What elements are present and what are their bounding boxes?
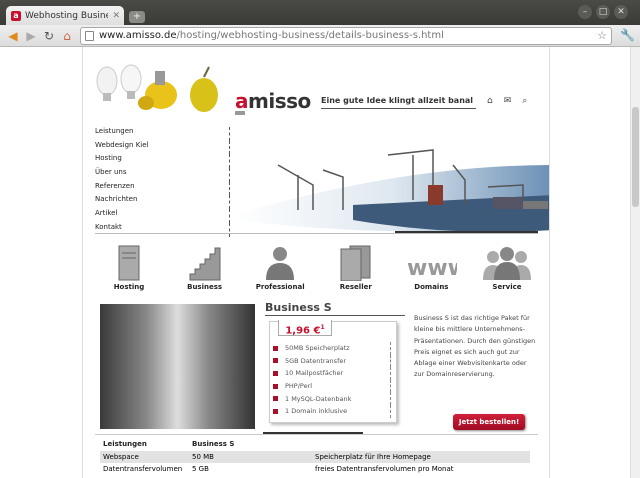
reload-icon[interactable]: ↻ [41,28,57,44]
browser-tab[interactable]: a Webhosting Business S - a ✕ [6,6,124,25]
server-room-image [100,304,255,429]
category-reseller[interactable]: Reseller [320,243,392,291]
new-tab-button[interactable]: + [129,11,145,23]
order-button[interactable]: Jetzt bestellen! [453,414,525,430]
forward-arrow-icon[interactable]: ▶ [23,28,39,44]
logo-underline [235,111,245,115]
category-bar: Hosting Business Professional Reseller w… [93,243,543,291]
tab-close-icon[interactable]: ✕ [112,11,120,21]
price-box: 1,96 €1 50MB Speicherplatz 5GB Datentran… [269,320,397,423]
multiple-servers-icon [340,245,371,281]
svg-text:www.: www. [407,256,457,281]
bookmark-star-icon[interactable]: ☆ [597,28,607,44]
category-service[interactable]: Service [471,243,543,291]
maximize-icon[interactable]: □ [596,5,610,19]
url-path: /hosting/webhosting-business/details-bus… [176,30,444,41]
address-bar[interactable]: www.amisso.de/hosting/webhosting-busines… [80,27,612,45]
home-icon[interactable]: ⌂ [487,96,493,106]
harbor-banner-image [233,149,549,233]
vertical-scrollbar[interactable] [630,47,640,478]
category-hosting[interactable]: Hosting [93,243,165,291]
table-row: Webspace 50 MB Speicherplatz für Ihre Home… [100,450,530,463]
feature-item: 5GB Datentransfer [273,354,391,368]
section-divider [95,231,538,234]
feature-item: 1 Domain inklusive [273,404,391,418]
www-icon: www. [407,256,457,281]
feature-item: PHP/Perl [273,379,391,393]
home-icon[interactable]: ⌂ [59,28,75,44]
table-row: Datentransfervolumen 5 GB freies Datentran… [103,465,454,474]
back-arrow-icon[interactable]: ◀ [5,28,21,44]
feature-list: 50MB Speicherplatz 5GB Datentransfer 10 … [273,342,393,418]
page-container: amisso Eine gute Idee klingt allzeit ban… [82,47,550,478]
minimize-icon[interactable]: – [578,5,592,19]
price-tag: 1,96 €1 [278,320,332,336]
search-icon[interactable]: ⌕ [522,96,527,106]
scrollbar-thumb[interactable] [632,107,639,207]
window-close-icon[interactable]: ✕ [614,5,628,19]
product-description: Business S ist das richtige Paket für kl… [414,314,536,379]
product-title: Business S [265,301,332,314]
server-tower-icon [118,245,140,281]
header-icons: ⌂ ✉ ⌕ [487,96,527,106]
favicon-icon: a [11,10,21,21]
lightbulbs-pears-image [96,64,218,112]
group-icon [482,247,531,280]
browser-toolbar: ◀ ▶ ↻ ⌂ www.amisso.de/hosting/webhosting… [0,25,640,47]
category-professional[interactable]: Professional [244,243,316,291]
table-header: Leistungen Business S [103,440,235,449]
category-business[interactable]: Business [169,243,241,291]
title-underline [265,315,405,316]
stairs-icon [189,247,221,281]
category-domains[interactable]: www. Domains [395,243,467,291]
wrench-icon[interactable]: 🔧 [620,28,635,42]
table-divider [95,432,538,435]
features-table: Leistungen Business S Webspace 50 MB Speich… [100,438,530,476]
page-icon [85,31,94,41]
feature-item: 50MB Speicherplatz [273,342,391,355]
person-icon [266,247,295,280]
feature-item: 1 MySQL-Datenbank [273,392,391,405]
window-titlebar: a Webhosting Business S - a ✕ + – □ ✕ [0,0,640,25]
site-logo[interactable]: amisso [235,89,311,113]
tab-title: Webhosting Business S - a [25,10,109,21]
slogan: Eine gute Idee klingt allzeit banal [321,96,476,109]
feature-item: 10 Mailpostfächer [273,367,391,380]
mail-icon[interactable]: ✉ [504,96,512,106]
url-host: www.amisso.de [99,30,177,41]
